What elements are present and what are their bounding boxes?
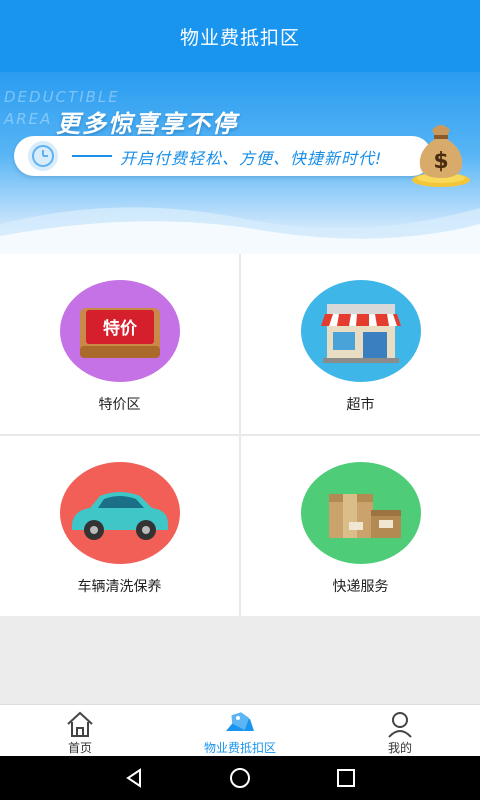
special-price-badge: 特价 bbox=[103, 318, 138, 339]
back-icon[interactable] bbox=[122, 766, 146, 790]
home-icon bbox=[67, 711, 93, 737]
slogan-dash bbox=[72, 155, 112, 157]
category-express-delivery[interactable]: 快递服务 bbox=[241, 436, 480, 616]
money-bag-icon: $ bbox=[412, 125, 470, 187]
category-label: 特价区 bbox=[98, 397, 141, 413]
banner-wave bbox=[0, 207, 480, 254]
category-label: 快递服务 bbox=[332, 579, 389, 595]
app-header: 物业费抵扣区 bbox=[0, 0, 480, 72]
category-supermarket[interactable]: 超市 bbox=[241, 254, 480, 434]
category-label: 车辆清洗保养 bbox=[77, 579, 162, 595]
tab-home[interactable]: 首页 bbox=[0, 705, 160, 757]
special-price-icon: 特价 bbox=[60, 280, 180, 382]
price-tag-icon bbox=[226, 712, 254, 731]
tab-profile[interactable]: 我的 bbox=[320, 705, 480, 757]
tab-property-fee-deduction[interactable]: 物业费抵扣区 bbox=[160, 705, 320, 757]
package-icon bbox=[301, 462, 421, 564]
svg-text:$: $ bbox=[433, 149, 448, 174]
category-label: 超市 bbox=[346, 397, 375, 413]
tab-label: 物业费抵扣区 bbox=[203, 741, 276, 755]
clock-icon bbox=[28, 141, 58, 171]
car-icon bbox=[60, 462, 180, 564]
system-navigation-bar bbox=[0, 756, 480, 800]
recents-icon[interactable] bbox=[334, 766, 358, 790]
bottom-tab-bar: 首页 物业费抵扣区 我的 bbox=[0, 704, 480, 756]
category-special-price[interactable]: 特价 特价区 bbox=[0, 254, 239, 434]
banner-headline: 更多惊喜享不停 bbox=[56, 110, 238, 138]
banner-slogan-pill: 开启付费轻松、方便、快捷新时代! bbox=[14, 136, 432, 176]
banner-slogan: 开启付费轻松、方便、快捷新时代! bbox=[120, 149, 383, 168]
tab-label: 我的 bbox=[387, 741, 412, 755]
category-grid: 特价 特价区 超市 车辆清洗保养 快递服务 bbox=[0, 254, 480, 616]
user-icon bbox=[388, 712, 412, 738]
supermarket-icon bbox=[301, 280, 421, 382]
promo-banner[interactable]: DEDUCTIBLE AREA 更多惊喜享不停 开启付费轻松、方便、快捷新时代!… bbox=[0, 72, 480, 254]
home-circle-icon[interactable] bbox=[228, 766, 252, 790]
tab-label: 首页 bbox=[67, 741, 92, 755]
category-car-wash[interactable]: 车辆清洗保养 bbox=[0, 436, 239, 616]
page-title: 物业费抵扣区 bbox=[179, 26, 300, 49]
